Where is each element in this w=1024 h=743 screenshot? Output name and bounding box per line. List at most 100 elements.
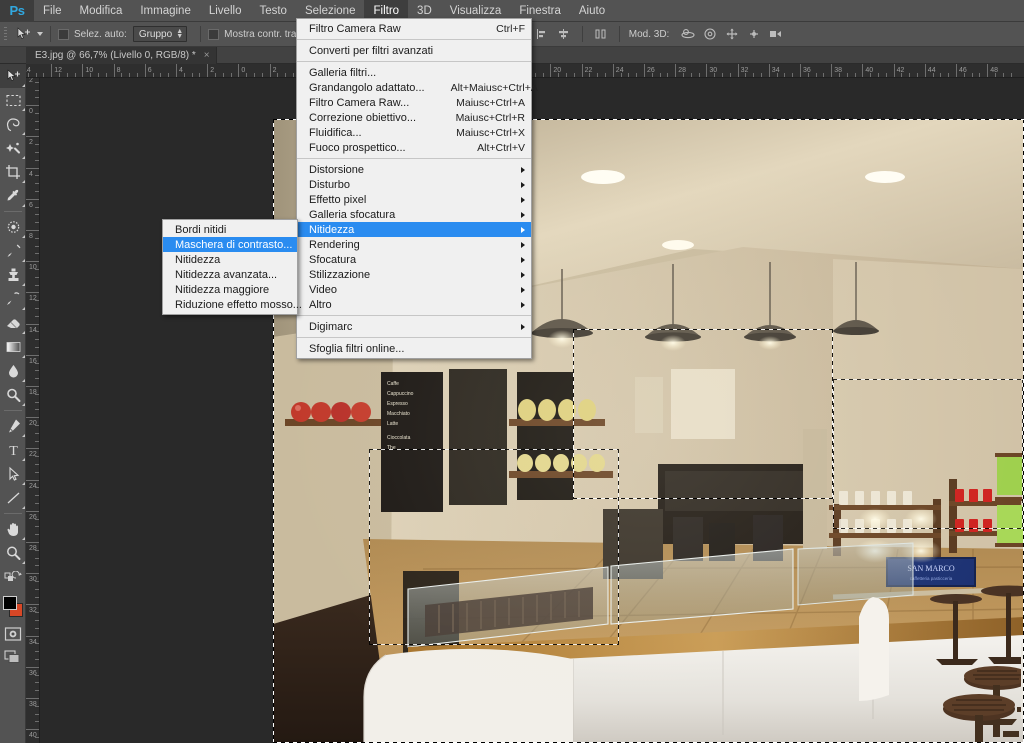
move-tool-icon[interactable]: [10, 22, 36, 47]
filter-menu-item-video[interactable]: Video: [297, 282, 531, 297]
3d-scale-icon[interactable]: [765, 22, 787, 47]
filter-menu-item-filtro-camera-raw[interactable]: Filtro Camera Raw... Maiusc+Ctrl+A: [297, 95, 531, 110]
ruler-major-tick: [893, 64, 895, 77]
filter-menu-item-filtro-camera-raw[interactable]: Filtro Camera Raw Ctrl+F: [297, 21, 531, 36]
quick-selection-tool[interactable]: [0, 136, 26, 160]
show-transform-checkbox[interactable]: [208, 28, 220, 40]
filter-menu-item-digimarc[interactable]: Digimarc: [297, 319, 531, 334]
options-bar-grip[interactable]: [0, 22, 10, 47]
line-shape-tool[interactable]: [0, 486, 26, 510]
filter-menu-item-galleria-filtri[interactable]: Galleria filtri...: [297, 65, 531, 80]
align-left-edges-icon[interactable]: [531, 22, 553, 47]
ruler-major-tick: [26, 261, 39, 263]
document-tab[interactable]: E3.jpg @ 66,7% (Livello 0, RGB/8) * ×: [26, 47, 217, 64]
menu-item-aiuto[interactable]: Aiuto: [570, 0, 614, 22]
ruler-label: 8: [29, 233, 33, 240]
close-icon[interactable]: ×: [204, 50, 210, 61]
auto-select-group[interactable]: Selez. auto:: [58, 28, 127, 40]
brush-tool[interactable]: [0, 239, 26, 263]
quick-mask-button[interactable]: [0, 623, 26, 645]
svg-text:T: T: [9, 444, 18, 458]
filter-menu-item-disturbo[interactable]: Disturbo: [297, 177, 531, 192]
zoom-tool[interactable]: [0, 541, 26, 565]
horizontal-type-tool[interactable]: T: [0, 438, 26, 462]
ruler-minor-tick: [35, 393, 39, 395]
menu-item-testo[interactable]: Testo: [250, 0, 296, 22]
filter-menu-item-sfocatura[interactable]: Sfocatura: [297, 252, 531, 267]
color-swatches[interactable]: [0, 593, 26, 623]
ruler-minor-tick: [542, 73, 544, 77]
ruler-major-tick: [113, 64, 115, 77]
ruler-major-tick: [269, 64, 271, 77]
eyedropper-tool[interactable]: [0, 184, 26, 208]
canvas-workspace[interactable]: Caffe Cappuccino Espresso Macchiato Latte C…: [40, 78, 1024, 743]
screen-mode-button[interactable]: [0, 645, 26, 669]
ruler-minor-tick: [558, 73, 560, 77]
crop-tool[interactable]: [0, 160, 26, 184]
gradient-tool[interactable]: [0, 335, 26, 359]
ruler-minor-tick: [35, 690, 39, 692]
menu-item-file[interactable]: File: [34, 0, 71, 22]
menu-item-livello[interactable]: Livello: [200, 0, 251, 22]
filter-menu-item-altro[interactable]: Altro: [297, 297, 531, 312]
filter-menu-item-galleria-sfocatura[interactable]: Galleria sfocatura: [297, 207, 531, 222]
options-divider: [50, 26, 51, 42]
ruler-minor-tick: [35, 651, 39, 653]
filter-menu[interactable]: Filtro Camera Raw Ctrl+F Converti per filt…: [296, 18, 538, 359]
filter-menu-item-effetto-pixel[interactable]: Effetto pixel: [297, 192, 531, 207]
menu-item-shortcut: Maiusc+Ctrl+X: [456, 126, 525, 139]
menu-item-label: Nitidezza: [309, 223, 355, 236]
filter-menu-item-grandangolo-adattato[interactable]: Grandangolo adattato... Alt+Maiusc+Ctrl+A: [297, 80, 538, 95]
spot-healing-brush-tool[interactable]: [0, 215, 26, 239]
ruler-label: 26: [29, 513, 37, 521]
ruler-major-tick: [956, 64, 957, 77]
filter-menu-item-nitidezza[interactable]: Nitidezza: [297, 222, 531, 237]
path-selection-tool[interactable]: [0, 462, 26, 486]
3d-slide-icon[interactable]: [743, 22, 765, 47]
distribute-icon[interactable]: [590, 22, 612, 47]
ruler-minor-tick: [839, 73, 840, 77]
ruler-major-tick: [768, 64, 770, 77]
sharpen-submenu-item-nitidezza-avanzata[interactable]: Nitidezza avanzata...: [163, 267, 297, 282]
filter-menu-item-sfoglia-filtri-online[interactable]: Sfoglia filtri online...: [297, 341, 531, 356]
sharpen-submenu-item-nitidezza[interactable]: Nitidezza: [163, 252, 297, 267]
filter-menu-item-converti-per-filtri-avanzati[interactable]: Converti per filtri avanzati: [297, 43, 531, 58]
auto-select-checkbox[interactable]: [58, 28, 69, 40]
filter-menu-item-fluidifica[interactable]: Fluidifica... Maiusc+Ctrl+X: [297, 125, 531, 140]
sharpen-submenu-item-bordi-nitidi[interactable]: Bordi nitidi: [163, 222, 297, 237]
filter-menu-item-rendering[interactable]: Rendering: [297, 237, 531, 252]
default-colors-icon[interactable]: [0, 565, 26, 589]
blur-tool[interactable]: [0, 359, 26, 383]
filter-menu-item-fuoco-prospettico[interactable]: Fuoco prospettico... Alt+Ctrl+V: [297, 140, 531, 155]
lasso-tool[interactable]: [0, 112, 26, 136]
ruler-label: 16: [29, 357, 37, 365]
move-tool[interactable]: [0, 64, 26, 88]
dodge-tool[interactable]: [0, 383, 26, 407]
menu-item-modifica[interactable]: Modifica: [71, 0, 132, 22]
group-select[interactable]: Gruppo ▲ ▼: [132, 26, 188, 42]
menu-item-immagine[interactable]: Immagine: [131, 0, 200, 22]
3d-pan-icon[interactable]: [721, 22, 743, 47]
ruler-minor-tick: [293, 73, 294, 77]
hand-tool[interactable]: [0, 517, 26, 541]
tool-preset-chevron-down-icon[interactable]: [37, 32, 43, 36]
sharpen-submenu-item-riduzione-effetto-mosso[interactable]: Riduzione effetto mosso...: [163, 297, 302, 312]
sharpen-submenu[interactable]: Bordi nitidi Maschera di contrasto... Niti…: [162, 219, 302, 315]
pen-tool[interactable]: [0, 414, 26, 438]
filter-menu-item-correzione-obiettivo[interactable]: Correzione obiettivo... Maiusc+Ctrl+R: [297, 110, 531, 125]
foreground-color-swatch[interactable]: [3, 596, 17, 610]
rectangular-marquee-tool[interactable]: [0, 88, 26, 112]
sharpen-submenu-item-maschera-di-contrasto[interactable]: Maschera di contrasto...: [163, 237, 297, 252]
ruler-minor-tick: [35, 464, 39, 465]
3d-orbit-icon[interactable]: [677, 22, 699, 47]
eraser-tool[interactable]: [0, 311, 26, 335]
clone-stamp-tool[interactable]: [0, 263, 26, 287]
history-brush-tool[interactable]: [0, 287, 26, 311]
align-horizontal-centers-icon[interactable]: [553, 22, 575, 47]
filter-menu-item-stilizzazione[interactable]: Stilizzazione: [297, 267, 531, 282]
vertical-ruler[interactable]: 2 0 2 4 6 8 10 12 14 16 18 20 22 24 26 28 30 32 34 36 38 40: [26, 78, 40, 743]
sharpen-submenu-item-nitidezza-maggiore[interactable]: Nitidezza maggiore: [163, 282, 297, 297]
ruler-major-tick: [26, 386, 39, 387]
filter-menu-item-distorsione[interactable]: Distorsione: [297, 162, 531, 177]
3d-roll-icon[interactable]: [699, 22, 721, 47]
